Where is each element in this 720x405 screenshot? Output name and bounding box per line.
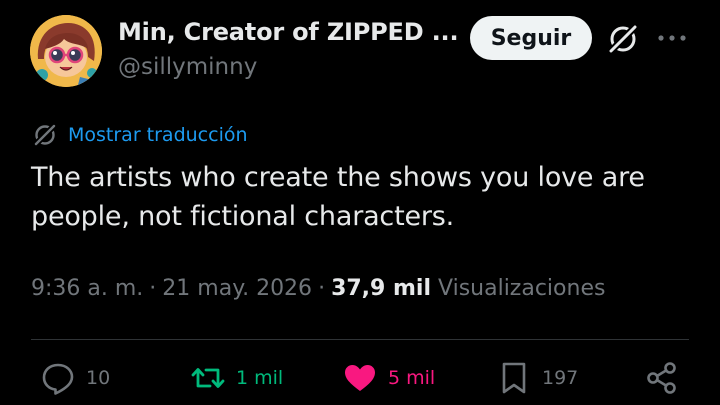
like-count: 5 mil bbox=[388, 367, 436, 389]
tweet-date[interactable]: 21 may. 2026 bbox=[162, 276, 312, 301]
avatar-image bbox=[30, 15, 102, 87]
retweet-icon bbox=[191, 368, 225, 388]
grok-icon bbox=[32, 122, 58, 148]
follow-button[interactable]: Seguir bbox=[470, 16, 592, 60]
views-count: 37,9 mil bbox=[331, 276, 432, 301]
tweet-text: The artists who create the shows you lov… bbox=[31, 162, 645, 232]
bookmark-count: 197 bbox=[542, 367, 579, 389]
tweet-meta: 9:36 a. m. · 21 may. 2026 · 37,9 mil Vis… bbox=[31, 276, 605, 301]
retweet-count: 1 mil bbox=[236, 367, 284, 389]
meta-separator: · bbox=[149, 276, 157, 301]
avatar[interactable] bbox=[30, 15, 102, 87]
retweet-button[interactable]: 1 mil bbox=[190, 360, 283, 396]
like-button[interactable]: 5 mil bbox=[342, 360, 435, 396]
heart-icon bbox=[345, 365, 375, 391]
author-name[interactable]: Min, Creator of ZIPPED ... bbox=[118, 18, 459, 46]
reply-icon bbox=[42, 363, 74, 395]
tweet-detail: Min, Creator of ZIPPED ... @sillyminny S… bbox=[0, 0, 720, 405]
author-handle[interactable]: @sillyminny bbox=[118, 54, 257, 80]
more-dots-icon[interactable] bbox=[654, 24, 690, 52]
grok-glyph bbox=[607, 23, 639, 55]
reply-count: 10 bbox=[86, 367, 111, 389]
divider bbox=[31, 339, 689, 340]
share-button[interactable] bbox=[644, 360, 680, 396]
more-dots-glyph bbox=[658, 35, 686, 41]
bookmark-button[interactable]: 197 bbox=[496, 360, 578, 396]
meta-separator: · bbox=[318, 276, 326, 301]
show-translation-link[interactable]: Mostrar traducción bbox=[32, 122, 248, 148]
tweet-time[interactable]: 9:36 a. m. bbox=[31, 276, 143, 301]
grok-icon[interactable] bbox=[604, 20, 642, 58]
views-label[interactable]: Visualizaciones bbox=[438, 276, 605, 301]
share-icon bbox=[647, 362, 676, 394]
show-translation-label: Mostrar traducción bbox=[68, 124, 248, 146]
bookmark-icon bbox=[502, 362, 526, 394]
reply-button[interactable]: 10 bbox=[40, 360, 110, 396]
